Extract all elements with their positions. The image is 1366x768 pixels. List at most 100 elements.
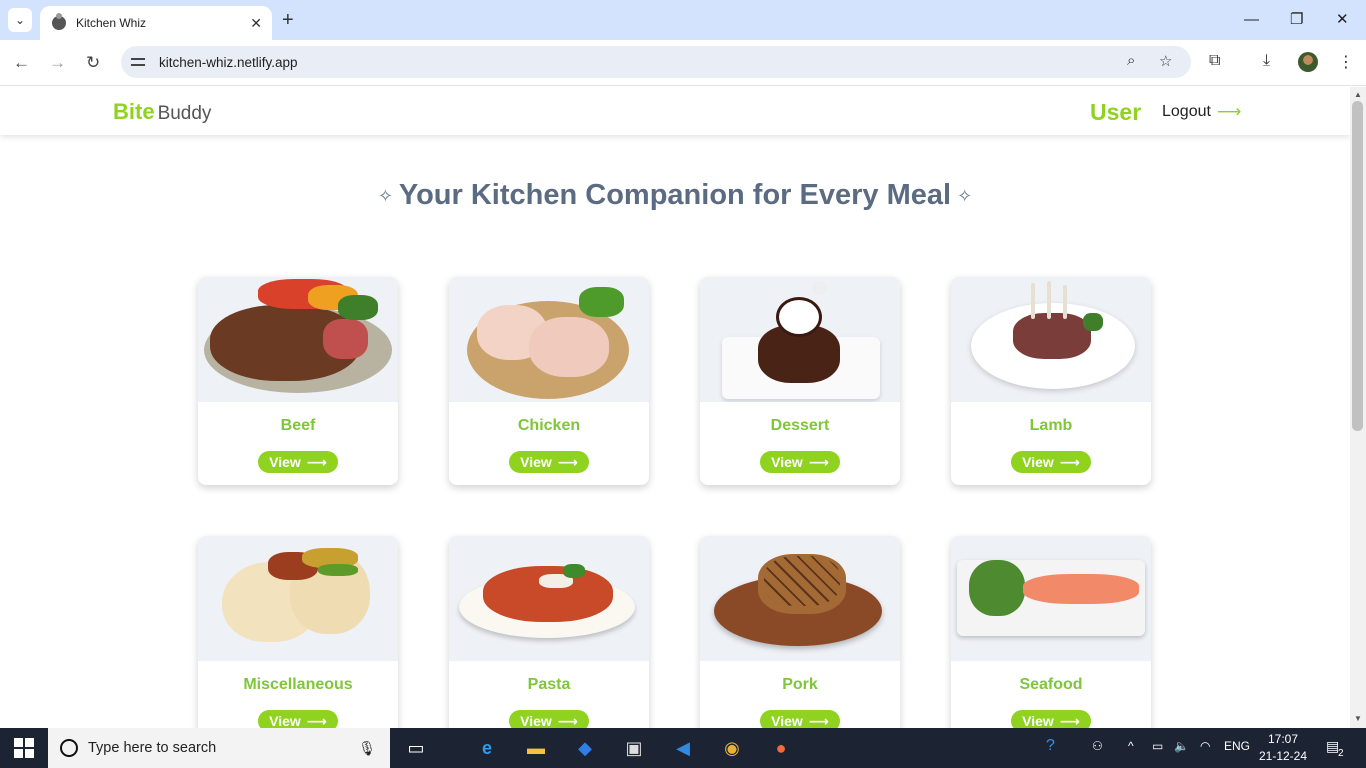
wifi-icon[interactable]: ◠ — [1200, 739, 1210, 753]
store-icon[interactable]: ▣ — [622, 736, 646, 760]
chevron-up-icon[interactable]: ^ — [1128, 739, 1134, 753]
category-image — [198, 277, 398, 402]
category-card-seafood[interactable]: Seafood View ⟶ — [951, 536, 1151, 728]
page-content: Bite Buddy User Logout ⟶ ✧ Your Kitchen Co… — [0, 87, 1350, 728]
close-window-icon[interactable]: ✕ — [1336, 8, 1349, 32]
browser-tab-bar: ⌄ Kitchen Whiz ✕ + — ❐ ✕ — [0, 0, 1366, 40]
arrow-right-icon: ⟶ — [1059, 712, 1080, 729]
view-button[interactable]: View ⟶ — [760, 710, 840, 728]
category-name: Dessert — [770, 417, 830, 434]
file-explorer-icon[interactable]: ▬ — [524, 736, 548, 760]
category-image — [198, 536, 398, 661]
back-icon[interactable]: ← — [13, 52, 30, 74]
forward-icon[interactable]: → — [49, 52, 66, 74]
reload-icon[interactable]: ↻ — [86, 52, 100, 74]
category-name: Pork — [782, 676, 818, 693]
arrow-right-icon: ⟶ — [1059, 453, 1080, 470]
windows-start-icon[interactable] — [14, 738, 34, 758]
people-icon[interactable]: ⚇ — [1092, 739, 1103, 753]
new-tab-icon[interactable]: + — [282, 8, 294, 32]
menu-icon[interactable]: ⋮ — [1338, 52, 1354, 72]
volume-icon[interactable]: 🔈 — [1174, 739, 1189, 753]
bookmark-star-icon[interactable]: ☆ — [1159, 52, 1172, 70]
view-button-label: View — [1022, 454, 1054, 470]
hero-title-row: ✧ Your Kitchen Companion for Every Meal ✧ — [0, 179, 1350, 212]
scrollbar-thumb[interactable] — [1352, 101, 1363, 431]
view-button-label: View — [1022, 713, 1054, 728]
cortana-icon — [60, 739, 78, 757]
category-image — [951, 277, 1151, 402]
tab-title: Kitchen Whiz — [76, 16, 147, 30]
category-name: Pasta — [527, 676, 571, 693]
zoom-icon[interactable]: ⌕ — [1127, 52, 1135, 69]
language-indicator[interactable]: ENG — [1224, 739, 1250, 753]
view-button[interactable]: View ⟶ — [509, 451, 589, 473]
battery-icon[interactable]: ▭ — [1152, 739, 1163, 753]
taskbar-search[interactable]: Type here to search 🎙 — [48, 728, 390, 768]
view-button-label: View — [520, 713, 552, 728]
view-button[interactable]: View ⟶ — [1011, 451, 1091, 473]
view-button[interactable]: View ⟶ — [509, 710, 589, 728]
favicon-icon — [52, 13, 66, 30]
help-icon[interactable]: ? — [1046, 737, 1055, 755]
category-image — [700, 277, 900, 402]
arrow-right-icon: ⟶ — [557, 712, 578, 729]
view-button-label: View — [269, 454, 301, 470]
minimize-icon[interactable]: — — [1244, 8, 1259, 32]
site-info-icon[interactable] — [131, 55, 147, 69]
view-button[interactable]: View ⟶ — [1011, 710, 1091, 728]
search-placeholder: Type here to search — [88, 740, 217, 756]
scroll-up-icon[interactable]: ▲ — [1354, 90, 1362, 99]
arrow-right-icon: ⟶ — [808, 453, 829, 470]
category-image — [700, 536, 900, 661]
view-button-label: View — [771, 454, 803, 470]
category-image — [951, 536, 1151, 661]
category-card-dessert[interactable]: Dessert View ⟶ — [700, 277, 900, 485]
view-button[interactable]: View ⟶ — [258, 710, 338, 728]
close-tab-icon[interactable]: ✕ — [250, 15, 262, 32]
category-card-pork[interactable]: Pork View ⟶ — [700, 536, 900, 728]
category-name: Beef — [280, 417, 316, 434]
category-card-beef[interactable]: Beef View ⟶ — [198, 277, 398, 485]
arrow-right-icon: ⟶ — [808, 712, 829, 729]
view-button[interactable]: View ⟶ — [760, 451, 840, 473]
chrome-icon[interactable]: ◉ — [720, 736, 744, 760]
notification-count: 2 — [1338, 748, 1344, 759]
category-card-chicken[interactable]: Chicken View ⟶ — [449, 277, 649, 485]
task-view-icon[interactable]: ▭ — [404, 736, 428, 760]
logo-bold-text: Bite — [113, 99, 155, 124]
scroll-down-icon[interactable]: ▼ — [1354, 714, 1362, 723]
arrow-right-icon: ⟶ — [1216, 102, 1242, 121]
microphone-icon[interactable]: 🎙 — [358, 740, 376, 757]
site-logo[interactable]: Bite Buddy — [113, 99, 211, 125]
extensions-icon[interactable]: ⧉ — [1209, 52, 1220, 70]
vscode-icon[interactable]: ◀ — [671, 736, 695, 760]
category-name: Chicken — [517, 417, 581, 434]
category-card-miscellaneous[interactable]: Miscellaneous View ⟶ — [198, 536, 398, 728]
clock-time: 17:07 — [1267, 732, 1299, 746]
tab-search-icon[interactable]: ⌄ — [8, 8, 32, 32]
dropbox-icon[interactable]: ◆ — [573, 736, 597, 760]
category-card-lamb[interactable]: Lamb View ⟶ — [951, 277, 1151, 485]
category-image — [449, 536, 649, 661]
system-clock[interactable]: 17:07 21-12-24 — [1258, 731, 1308, 765]
category-name: Miscellaneous — [243, 676, 353, 693]
logout-button[interactable]: Logout ⟶ — [1162, 102, 1241, 122]
view-button[interactable]: View ⟶ — [258, 451, 338, 473]
category-image — [449, 277, 649, 402]
postman-icon[interactable]: ● — [769, 736, 793, 760]
profile-avatar[interactable] — [1298, 52, 1318, 72]
address-bar[interactable]: kitchen-whiz.netlify.app ⌕ ☆ — [121, 46, 1191, 78]
restore-icon[interactable]: ❐ — [1290, 8, 1303, 32]
edge-icon[interactable]: e — [475, 736, 499, 760]
category-card-pasta[interactable]: Pasta View ⟶ — [449, 536, 649, 728]
sparkle-icon: ✧ — [377, 185, 393, 206]
url-text: kitchen-whiz.netlify.app — [159, 54, 298, 70]
browser-toolbar: ← → ↻ kitchen-whiz.netlify.app ⌕ ☆ ⧉ ⤓ ⋮ — [0, 40, 1366, 86]
clock-date: 21-12-24 — [1258, 749, 1308, 763]
page-scrollbar[interactable]: ▲ ▼ — [1350, 87, 1366, 728]
browser-tab[interactable]: Kitchen Whiz ✕ — [40, 6, 272, 40]
view-button-label: View — [269, 713, 301, 728]
download-icon[interactable]: ⤓ — [1263, 52, 1270, 70]
user-label: User — [1090, 99, 1142, 125]
